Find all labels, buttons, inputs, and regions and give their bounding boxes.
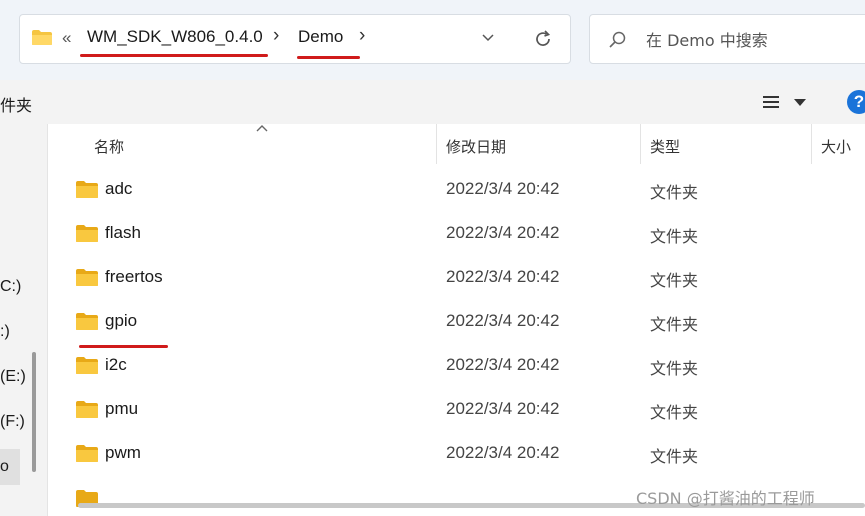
file-modified: 2022/3/4 20:42 — [446, 179, 560, 198]
sort-ascending-icon — [256, 125, 268, 132]
column-header-name[interactable]: 名称 — [94, 136, 124, 157]
nav-scrollbar[interactable] — [32, 352, 36, 472]
chevron-right-icon[interactable]: › — [359, 25, 365, 47]
column-divider[interactable] — [811, 124, 812, 164]
chevron-right-icon[interactable]: › — [273, 25, 279, 47]
breadcrumb-sdk[interactable]: WM_SDK_W806_0.4.0 — [87, 27, 263, 47]
file-row[interactable]: pwm 2022/3/4 20:42 文件夹 — [48, 432, 865, 476]
view-dropdown-icon[interactable] — [794, 99, 806, 106]
search-icon — [609, 31, 626, 48]
file-modified: 2022/3/4 20:42 — [446, 223, 560, 242]
folder-icon — [76, 313, 98, 330]
file-type: 文件夹 — [650, 403, 699, 422]
help-icon[interactable]: ? — [847, 90, 865, 114]
column-divider[interactable] — [436, 124, 437, 164]
file-name: gpio — [105, 311, 138, 330]
file-type: 文件夹 — [650, 447, 699, 466]
folder-icon — [76, 181, 98, 198]
nav-item-network[interactable]: o — [0, 458, 9, 476]
nav-drive-e[interactable]: (E:) — [0, 368, 26, 386]
file-modified: 2022/3/4 20:42 — [446, 311, 560, 330]
file-name: flash — [105, 223, 141, 242]
chevron-down-icon[interactable] — [481, 31, 495, 45]
file-modified: 2022/3/4 20:42 — [446, 267, 560, 286]
folder-icon — [76, 269, 98, 286]
navigation-pane: C:) :) (E:) (F:) o — [0, 124, 48, 516]
file-row[interactable]: freertos 2022/3/4 20:42 文件夹 — [48, 256, 865, 300]
folder-icon — [76, 225, 98, 242]
file-row[interactable]: pmu 2022/3/4 20:42 文件夹 — [48, 388, 865, 432]
column-header-row: 名称 修改日期 类型 大小 — [48, 124, 865, 166]
file-type: 文件夹 — [650, 359, 699, 378]
file-type: 文件夹 — [650, 315, 699, 334]
file-row[interactable]: i2c 2022/3/4 20:42 文件夹 — [48, 344, 865, 388]
breadcrumb-overflow-icon[interactable]: « — [62, 28, 71, 48]
annotation-underline-demo — [297, 56, 360, 59]
file-name: pwm — [105, 443, 141, 462]
column-header-type[interactable]: 类型 — [650, 136, 680, 157]
folder-icon — [76, 401, 98, 418]
refresh-icon[interactable] — [533, 29, 553, 49]
nav-drive-f[interactable]: (F:) — [0, 413, 25, 431]
file-row[interactable]: flash 2022/3/4 20:42 文件夹 — [48, 212, 865, 256]
nav-drive-c[interactable]: C:) — [0, 278, 21, 296]
annotation-underline-sdk — [80, 54, 268, 57]
column-header-modified[interactable]: 修改日期 — [446, 136, 506, 157]
file-name: adc — [105, 179, 133, 198]
file-type: 文件夹 — [650, 271, 699, 290]
file-modified: 2022/3/4 20:42 — [446, 443, 560, 462]
file-list: 名称 修改日期 类型 大小 adc 2022/3/4 20:42 文件夹 fla… — [48, 124, 865, 516]
folder-icon — [32, 30, 52, 45]
folder-icon — [76, 445, 98, 462]
search-input[interactable] — [646, 27, 865, 53]
toolbar-new-folder-label[interactable]: 件夹 — [0, 92, 32, 116]
breadcrumb-demo[interactable]: Demo — [298, 27, 343, 47]
file-modified: 2022/3/4 20:42 — [446, 399, 560, 418]
address-bar-area: « WM_SDK_W806_0.4.0 › Demo › — [0, 0, 865, 80]
file-row[interactable]: gpio 2022/3/4 20:42 文件夹 — [48, 300, 865, 344]
file-modified: 2022/3/4 20:42 — [446, 355, 560, 374]
annotation-underline-gpio — [79, 345, 168, 348]
watermark: CSDN @打酱油的工程师 — [636, 489, 815, 508]
column-header-size[interactable]: 大小 — [821, 136, 851, 157]
file-type: 文件夹 — [650, 183, 699, 202]
command-bar: 件夹 ? — [0, 80, 865, 124]
column-divider[interactable] — [640, 124, 641, 164]
file-name: pmu — [105, 399, 139, 418]
search-box[interactable] — [589, 14, 865, 64]
file-row[interactable]: adc 2022/3/4 20:42 文件夹 — [48, 168, 865, 212]
file-name: freertos — [105, 267, 163, 286]
file-name: i2c — [105, 355, 127, 374]
file-type: 文件夹 — [650, 227, 699, 246]
list-view-icon[interactable] — [762, 94, 780, 110]
nav-drive-d[interactable]: :) — [0, 323, 10, 341]
folder-icon — [76, 357, 98, 374]
